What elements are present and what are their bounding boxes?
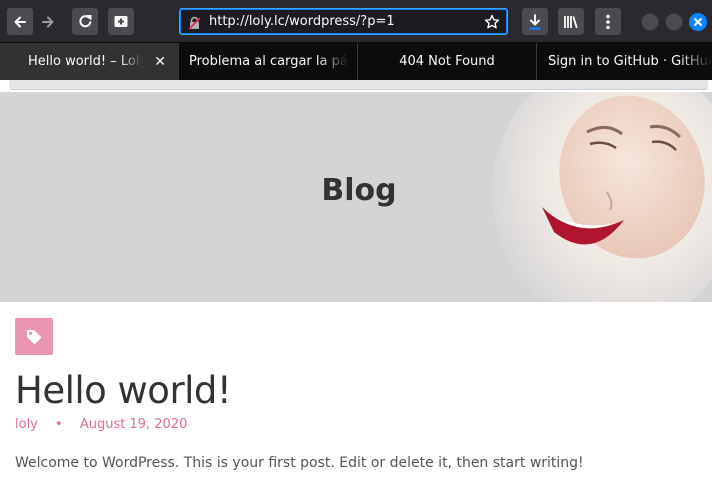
- url-bar[interactable]: http://loly.lc/wordpress/?p=1: [179, 8, 508, 35]
- site-title[interactable]: Blog: [0, 173, 712, 208]
- tab-strip: Hello world! – Loly ✕ Problema al cargar…: [0, 43, 712, 80]
- new-tab-button[interactable]: [108, 8, 134, 35]
- tag-icon: [27, 329, 42, 344]
- post-meta: loly • August 19, 2020: [15, 417, 187, 432]
- kebab-menu-icon: [606, 14, 610, 29]
- post-date-link[interactable]: August 19, 2020: [80, 417, 188, 432]
- close-icon: [694, 18, 702, 26]
- toolbar-bottom-edge: [0, 80, 712, 92]
- library-button[interactable]: [558, 8, 584, 35]
- meta-separator: •: [55, 417, 63, 432]
- tab-problema[interactable]: Problema al cargar la página: [179, 43, 358, 80]
- browser-toolbar: http://loly.lc/wordpress/?p=1: [0, 0, 712, 43]
- arrow-right-icon: [42, 16, 54, 27]
- tab-title: Sign in to GitHub · GitHub: [548, 54, 712, 69]
- tab-title: 404 Not Found: [399, 54, 495, 69]
- post-author-link[interactable]: loly: [15, 417, 38, 432]
- tab-title: Hello world! – Loly: [28, 54, 143, 69]
- post-title[interactable]: Hello world!: [15, 369, 232, 412]
- download-icon: [529, 13, 541, 30]
- back-button[interactable]: [7, 8, 33, 35]
- url-text[interactable]: http://loly.lc/wordpress/?p=1: [209, 14, 395, 29]
- new-tab-icon: [114, 16, 128, 27]
- menu-button[interactable]: [595, 8, 621, 35]
- maximize-window-button[interactable]: [665, 13, 683, 31]
- post-excerpt: Welcome to WordPress. This is your first…: [15, 455, 584, 471]
- minimize-window-button[interactable]: [641, 13, 659, 31]
- tab-github[interactable]: Sign in to GitHub · GitHub: [537, 43, 712, 80]
- reload-icon: [78, 15, 91, 28]
- header-hero: Blog: [0, 92, 712, 302]
- close-window-button[interactable]: [689, 13, 707, 31]
- post-format-tag: [15, 318, 53, 355]
- close-icon[interactable]: ✕: [154, 54, 166, 70]
- tab-404[interactable]: 404 Not Found: [358, 43, 537, 80]
- star-icon[interactable]: [484, 14, 500, 34]
- reload-button[interactable]: [72, 8, 98, 35]
- arrow-left-icon: [14, 16, 26, 27]
- insecure-lock-icon[interactable]: [188, 15, 201, 34]
- library-icon: [564, 15, 578, 28]
- tab-title: Problema al cargar la página: [189, 54, 349, 69]
- tab-hello-world[interactable]: Hello world! – Loly ✕: [0, 43, 179, 80]
- forward-button[interactable]: [35, 8, 61, 35]
- downloads-button[interactable]: [522, 8, 548, 35]
